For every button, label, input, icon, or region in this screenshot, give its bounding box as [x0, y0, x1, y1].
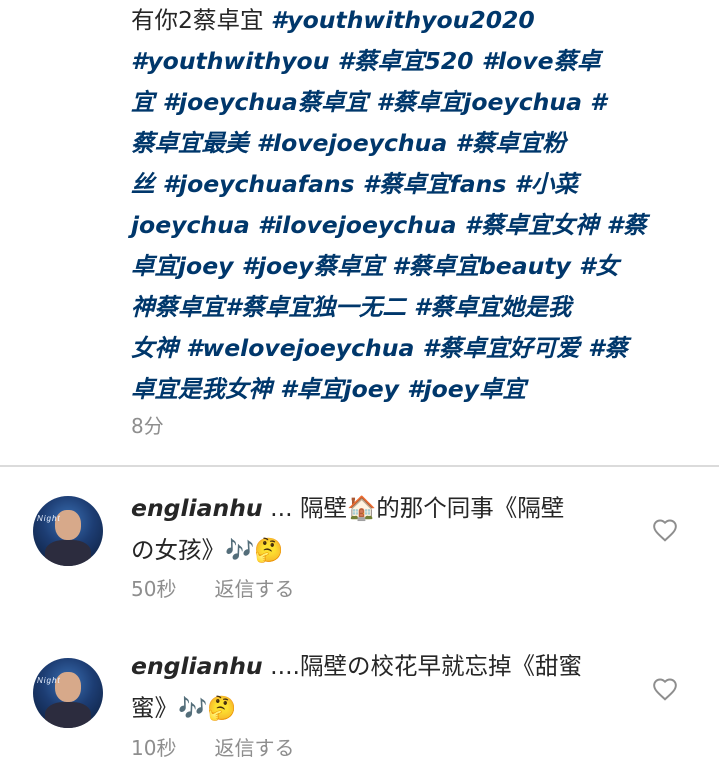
caption-line: 蔡卓宜最美 #lovejoeychua #蔡卓宜粉 — [131, 123, 671, 164]
comment-text: englianhu ....隔壁の校花早就忘掉《甜蜜 蜜》🎶🤔 — [131, 645, 631, 729]
post-caption: 有你2蔡卓宜 #youthwithyou2020 #youthwithyou #蔡… — [131, 0, 671, 410]
comment-body-line2: 蜜》🎶🤔 — [131, 694, 237, 722]
reply-button[interactable]: 返信する — [214, 736, 294, 760]
avatar[interactable]: Night — [33, 496, 103, 566]
hashtag-link[interactable]: 丝 #joeychuafans #蔡卓宜fans #小菜 — [131, 170, 578, 198]
comment-timestamp: 50秒 — [131, 577, 177, 601]
hashtag-link[interactable]: #youthwithyou2020 — [271, 6, 535, 34]
reply-button[interactable]: 返信する — [214, 577, 294, 601]
hashtag-link[interactable]: 蔡卓宜最美 #lovejoeychua #蔡卓宜粉 — [131, 129, 566, 157]
caption-timestamp: 8分 — [131, 414, 164, 438]
comment-meta: 50秒 返信する — [131, 573, 294, 602]
caption-line: joeychua #ilovejoeychua #蔡卓宜女神 #蔡 — [131, 205, 671, 246]
avatar[interactable]: Night — [33, 658, 103, 728]
hashtag-link[interactable]: 卓宜joey #joey蔡卓宜 #蔡卓宜beauty #女 — [131, 252, 619, 280]
comment-body-line1: ....隔壁の校花早就忘掉《甜蜜 — [262, 652, 583, 680]
caption-line: 有你2蔡卓宜 #youthwithyou2020 — [131, 0, 671, 41]
caption-line: 卓宜是我女神 #卓宜joey #joey卓宜 — [131, 369, 671, 410]
hashtag-link[interactable]: 神蔡卓宜#蔡卓宜独一无二 #蔡卓宜她是我 — [131, 293, 571, 321]
comment-username[interactable]: englianhu — [131, 494, 263, 522]
caption-line: 卓宜joey #joey蔡卓宜 #蔡卓宜beauty #女 — [131, 246, 671, 287]
hashtag-link[interactable]: 女神 #welovejoeychua #蔡卓宜好可爱 #蔡 — [131, 334, 628, 362]
caption-line: 神蔡卓宜#蔡卓宜独一无二 #蔡卓宜她是我 — [131, 287, 671, 328]
hashtag-link[interactable]: joeychua #ilovejoeychua #蔡卓宜女神 #蔡 — [131, 211, 647, 239]
comment-body-line2: の女孩》🎶🤔 — [131, 536, 284, 564]
caption-line: #youthwithyou #蔡卓宜520 #love蔡卓 — [131, 41, 671, 82]
comment-body-line1: ... 隔壁🏠的那个同事《隔壁 — [262, 494, 565, 522]
caption-line: 丝 #joeychuafans #蔡卓宜fans #小菜 — [131, 164, 671, 205]
comment-meta: 10秒 返信する — [131, 732, 294, 761]
caption-line: 宜 #joeychua蔡卓宜 #蔡卓宜joeychua # — [131, 82, 671, 123]
heart-outline-icon[interactable] — [652, 518, 678, 542]
caption-line: 女神 #welovejoeychua #蔡卓宜好可爱 #蔡 — [131, 328, 671, 369]
caption-text: 有你2蔡卓宜 — [131, 6, 271, 34]
heart-outline-icon[interactable] — [652, 677, 678, 701]
divider — [0, 465, 719, 467]
hashtag-link[interactable]: #youthwithyou #蔡卓宜520 #love蔡卓 — [131, 47, 601, 75]
comment-text: englianhu ... 隔壁🏠的那个同事《隔壁 の女孩》🎶🤔 — [131, 487, 631, 571]
comment-timestamp: 10秒 — [131, 736, 177, 760]
hashtag-link[interactable]: 宜 #joeychua蔡卓宜 #蔡卓宜joeychua # — [131, 88, 607, 116]
hashtag-link[interactable]: 卓宜是我女神 #卓宜joey #joey卓宜 — [131, 375, 526, 403]
comment-username[interactable]: englianhu — [131, 652, 263, 680]
